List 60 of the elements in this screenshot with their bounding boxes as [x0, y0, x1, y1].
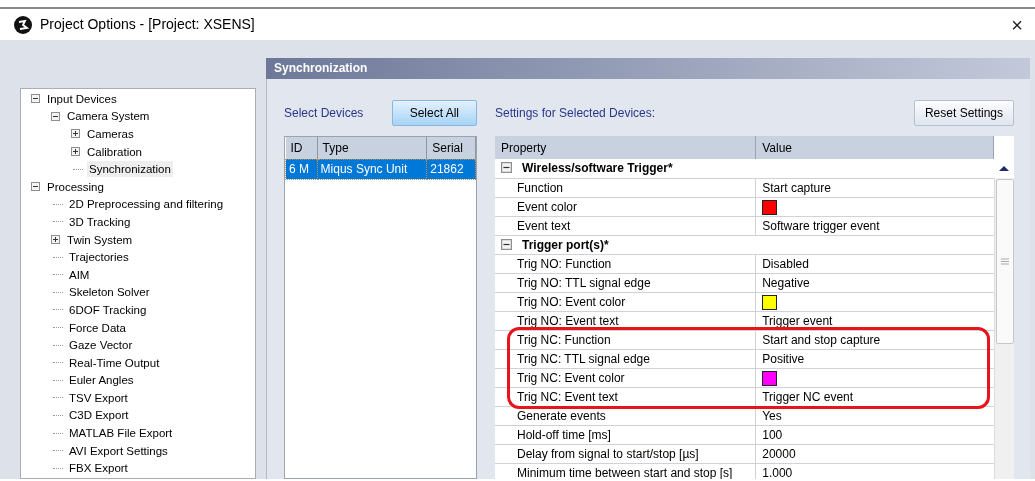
- tree-item[interactable]: FBX Export: [67, 460, 130, 477]
- window-title: Project Options - [Project: XSENS]: [40, 15, 255, 34]
- expand-icon[interactable]: [51, 235, 60, 245]
- column-header[interactable]: Serial: [426, 137, 476, 159]
- tree-item[interactable]: Gaze Vector: [67, 337, 135, 354]
- color-swatch[interactable]: [762, 199, 778, 215]
- tree-item[interactable]: AVI Export Settings: [67, 442, 170, 459]
- tree-item[interactable]: MATLAB File Export: [67, 425, 175, 442]
- property-name: Trig NO: Event color: [495, 292, 756, 311]
- select-all-button[interactable]: Select All: [391, 100, 477, 126]
- color-swatch[interactable]: [762, 370, 778, 386]
- tree-item[interactable]: Input Devices: [45, 90, 119, 107]
- collapse-icon[interactable]: [31, 182, 40, 192]
- property-name: Trig NO: Function: [495, 254, 756, 273]
- collapse-icon[interactable]: [31, 94, 40, 104]
- expand-icon[interactable]: [71, 129, 80, 139]
- column-header[interactable]: Value: [755, 136, 994, 159]
- collapse-icon[interactable]: [51, 111, 60, 121]
- tree-item[interactable]: 3D Tracking: [67, 213, 133, 230]
- tree-item[interactable]: Calibration: [85, 143, 144, 160]
- tree-item[interactable]: Twin System: [65, 231, 135, 248]
- column-header[interactable]: ID: [285, 137, 318, 159]
- table-cell: 21862: [426, 159, 476, 179]
- column-header[interactable]: Property: [495, 136, 756, 159]
- property-name: Function: [495, 178, 756, 197]
- property-name: Event color: [495, 197, 756, 216]
- tree-item[interactable]: Force Data: [67, 319, 128, 336]
- property-name: Trig NO: TTL signal edge: [495, 273, 756, 292]
- property-name: Event text: [495, 216, 756, 235]
- scrollbar[interactable]: [994, 136, 1014, 479]
- tree-item[interactable]: Trajectories: [67, 249, 131, 266]
- tree-item[interactable]: Synchronization: [87, 161, 173, 178]
- property-name: Hold-off time [ms]: [495, 425, 756, 444]
- table-cell: Miqus Sync Unit: [317, 159, 427, 179]
- property-name: Delay from signal to start/stop [µs]: [495, 444, 756, 463]
- panel-title: Synchronization: [266, 58, 1030, 79]
- column-header[interactable]: Type: [317, 137, 427, 159]
- tree-item[interactable]: TSV Export: [67, 389, 130, 406]
- tree-item[interactable]: Real-Time Output: [67, 354, 162, 371]
- collapse-icon[interactable]: [501, 162, 512, 174]
- tree-item[interactable]: C3D Export: [67, 407, 131, 424]
- tree-item[interactable]: Euler Angles: [67, 372, 136, 389]
- settings-label: Settings for Selected Devices:: [495, 105, 656, 122]
- grip-icon: [1001, 258, 1009, 265]
- tree-item[interactable]: 6DOF Tracking: [67, 301, 149, 318]
- tree-item[interactable]: Cameras: [85, 126, 136, 142]
- color-swatch[interactable]: [762, 294, 778, 310]
- select-devices-label: Select Devices: [284, 105, 364, 122]
- tree-item[interactable]: AIM: [67, 266, 92, 283]
- close-button[interactable]: ×: [1007, 14, 1027, 35]
- app-logo-icon: [14, 15, 32, 34]
- category-label[interactable]: Wireless/software Trigger*: [495, 159, 994, 178]
- collapse-icon[interactable]: [501, 238, 512, 250]
- tree-item[interactable]: Processing: [45, 178, 106, 195]
- tree-item[interactable]: Camera System: [65, 108, 152, 125]
- reset-settings-button[interactable]: Reset Settings: [913, 100, 1014, 126]
- tree-item[interactable]: Skeleton Solver: [67, 284, 152, 301]
- table-cell: 6 M: [285, 159, 318, 179]
- expand-icon[interactable]: [71, 147, 80, 157]
- tree-item[interactable]: 2D Preprocessing and filtering: [67, 196, 226, 213]
